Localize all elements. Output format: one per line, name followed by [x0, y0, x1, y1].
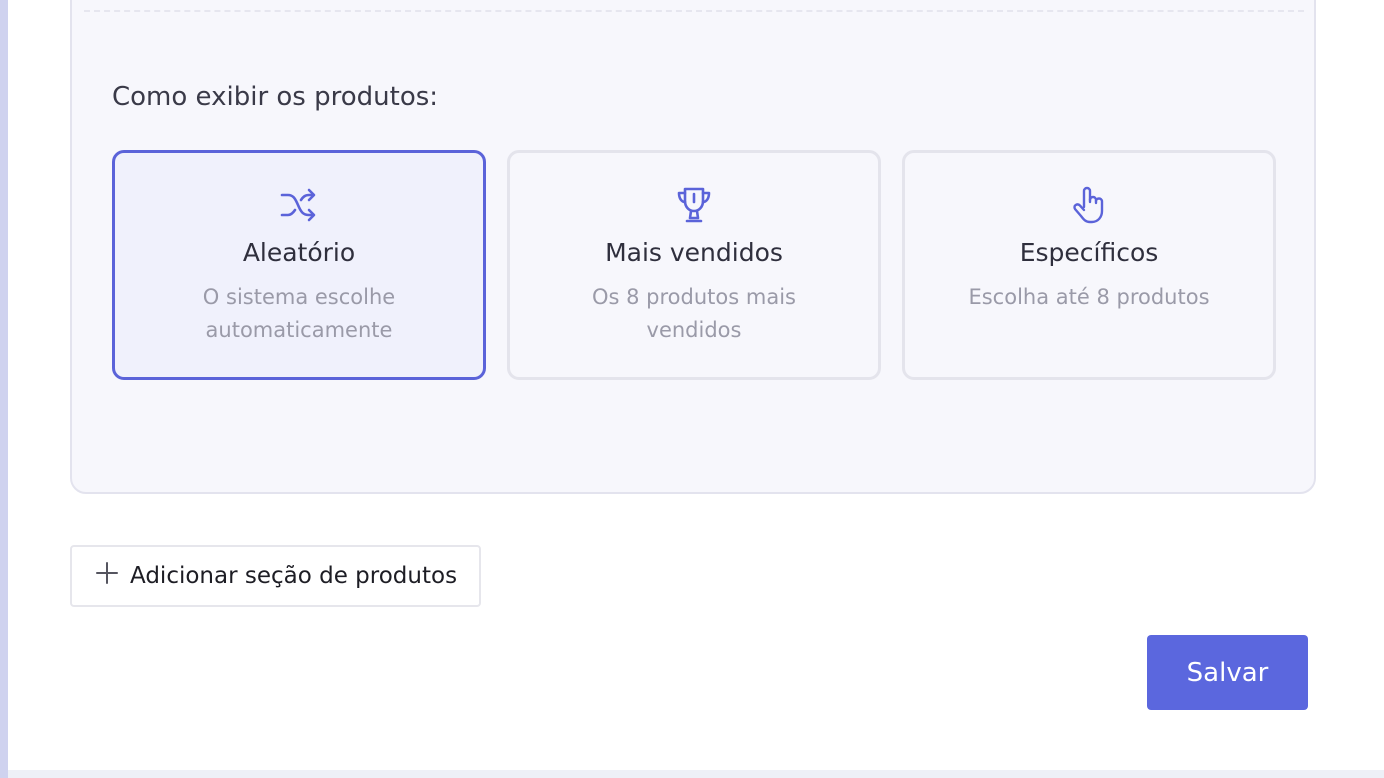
option-title: Mais vendidos [605, 238, 783, 267]
save-button[interactable]: Salvar [1147, 635, 1308, 710]
option-best-sellers[interactable]: Mais vendidos Os 8 produtos mais vendido… [507, 150, 881, 380]
display-mode-options: Aleatório O sistema escolhe automaticame… [112, 150, 1276, 380]
page-content: Como exibir os produtos: Aleatório O sis… [8, 0, 1384, 770]
option-description: O sistema escolhe automaticamente [202, 285, 396, 342]
product-section-card: Como exibir os produtos: Aleatório O sis… [70, 0, 1316, 494]
left-rail [0, 0, 8, 778]
section-divider [84, 10, 1304, 12]
add-product-section-button[interactable]: Adicionar seção de produtos [70, 545, 482, 607]
plus-icon [96, 562, 118, 584]
display-mode-label: Como exibir os produtos: [112, 82, 439, 112]
pointer-hand-icon [1073, 186, 1104, 224]
option-specific[interactable]: Específicos Escolha até 8 produtos [902, 150, 1276, 380]
shuffle-icon [280, 188, 316, 222]
option-description: Escolha até 8 produtos [968, 285, 1210, 309]
option-random[interactable]: Aleatório O sistema escolhe automaticame… [112, 150, 486, 380]
option-description: Os 8 produtos mais vendidos [592, 285, 796, 342]
add-section-label: Adicionar seção de produtos [130, 563, 458, 589]
option-title: Aleatório [242, 238, 356, 267]
trophy-icon [677, 187, 711, 223]
option-title: Específicos [1019, 238, 1159, 267]
